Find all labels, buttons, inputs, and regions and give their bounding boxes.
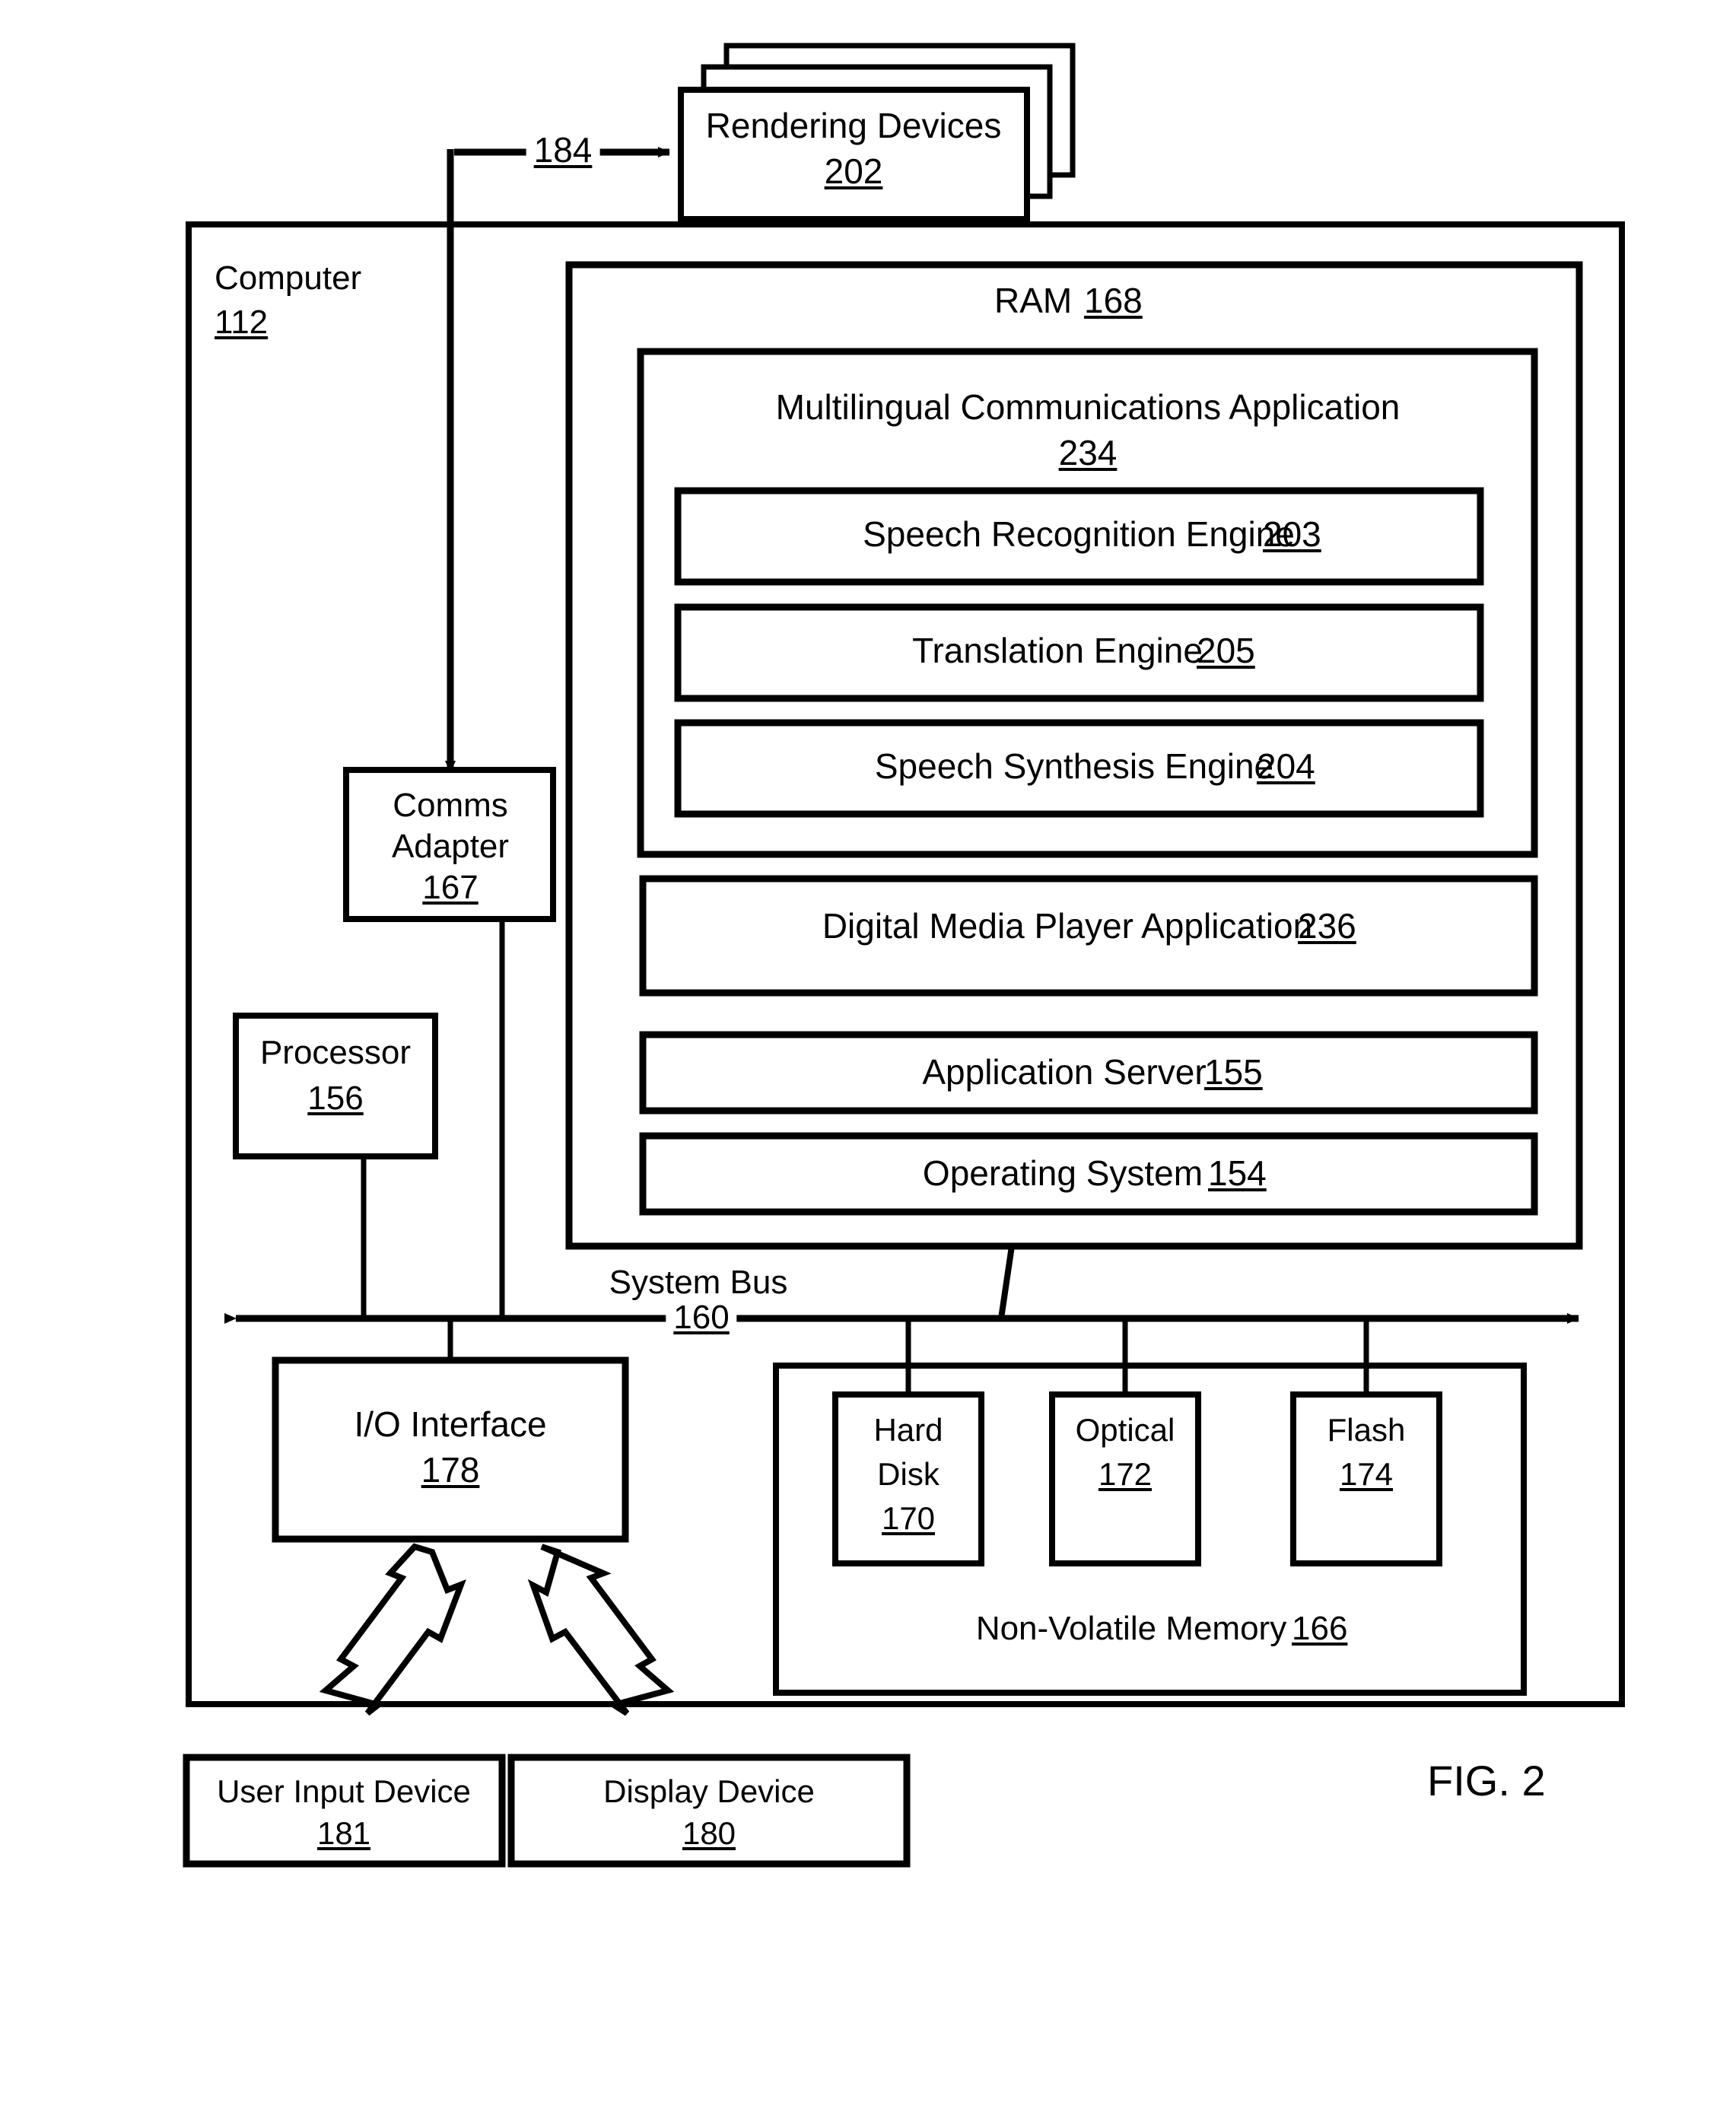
operating-system-title: Operating System bbox=[922, 1153, 1203, 1193]
computer-title: Computer bbox=[215, 259, 362, 297]
rendering-devices-ref: 202 bbox=[824, 151, 883, 191]
non-volatile-memory-title: Non-Volatile Memory bbox=[975, 1610, 1287, 1647]
processor-title: Processor bbox=[259, 1034, 412, 1071]
comms-adapter-line2: Adapter bbox=[391, 828, 510, 865]
user-input-device-title: User Input Device bbox=[217, 1773, 471, 1809]
hard-disk-line2: Disk bbox=[877, 1456, 940, 1492]
patent-figure-page: Rendering Devices 202 184 Computer 112 R… bbox=[0, 0, 1736, 2118]
io-interface-ref: 178 bbox=[421, 1450, 480, 1490]
application-server-ref: 155 bbox=[1204, 1052, 1263, 1092]
hard-disk-ref: 170 bbox=[881, 1500, 936, 1536]
multilingual-app-ref: 234 bbox=[1058, 433, 1118, 472]
speech-synthesis-engine-title: Speech Synthesis Engine bbox=[874, 746, 1274, 786]
speech-recognition-engine-title: Speech Recognition Engine bbox=[863, 514, 1295, 554]
optical-ref: 172 bbox=[1098, 1456, 1153, 1492]
user-input-device-ref: 181 bbox=[316, 1815, 371, 1851]
processor-ref: 156 bbox=[307, 1080, 364, 1117]
non-volatile-memory-ref: 166 bbox=[1292, 1610, 1348, 1647]
rendering-devices-title: Rendering Devices bbox=[705, 106, 1002, 145]
display-device-ref: 180 bbox=[682, 1815, 736, 1851]
figure-label: FIG. 2 bbox=[1427, 1757, 1546, 1805]
operating-system-ref: 154 bbox=[1208, 1153, 1267, 1193]
speech-recognition-engine-ref: 203 bbox=[1263, 514, 1321, 554]
comms-adapter-line1: Comms bbox=[393, 787, 508, 824]
ram-ref: 168 bbox=[1084, 281, 1143, 320]
flash-line1: Flash bbox=[1327, 1412, 1406, 1448]
digital-media-player-ref: 236 bbox=[1298, 906, 1356, 946]
translation-engine-title: Translation Engine bbox=[912, 631, 1203, 670]
system-bus-title: System Bus bbox=[609, 1264, 788, 1301]
speech-synthesis-engine-ref: 204 bbox=[1257, 746, 1315, 786]
system-bus-ref: 160 bbox=[666, 1298, 737, 1337]
flash-ref: 174 bbox=[1339, 1456, 1394, 1492]
ram-bus-connector bbox=[998, 1245, 1015, 1319]
application-server-title: Application Server bbox=[922, 1052, 1207, 1092]
io-to-display-arrow bbox=[527, 1544, 675, 1716]
display-device-title: Display Device bbox=[603, 1773, 815, 1809]
optical-line1: Optical bbox=[1075, 1412, 1175, 1448]
digital-media-player-title: Digital Media Player Application bbox=[822, 906, 1313, 946]
io-interface-title: I/O Interface bbox=[354, 1404, 547, 1444]
computer-ref: 112 bbox=[215, 304, 269, 341]
comms-adapter-ref: 167 bbox=[422, 869, 479, 906]
network-link-ref-184: 184 bbox=[526, 129, 600, 171]
hard-disk-line1: Hard bbox=[873, 1412, 943, 1448]
translation-engine-ref: 205 bbox=[1197, 631, 1255, 670]
ram-title: RAM bbox=[994, 281, 1073, 320]
io-to-user-input-arrow bbox=[319, 1543, 466, 1716]
multilingual-app-title: Multilingual Communications Application bbox=[775, 387, 1401, 427]
